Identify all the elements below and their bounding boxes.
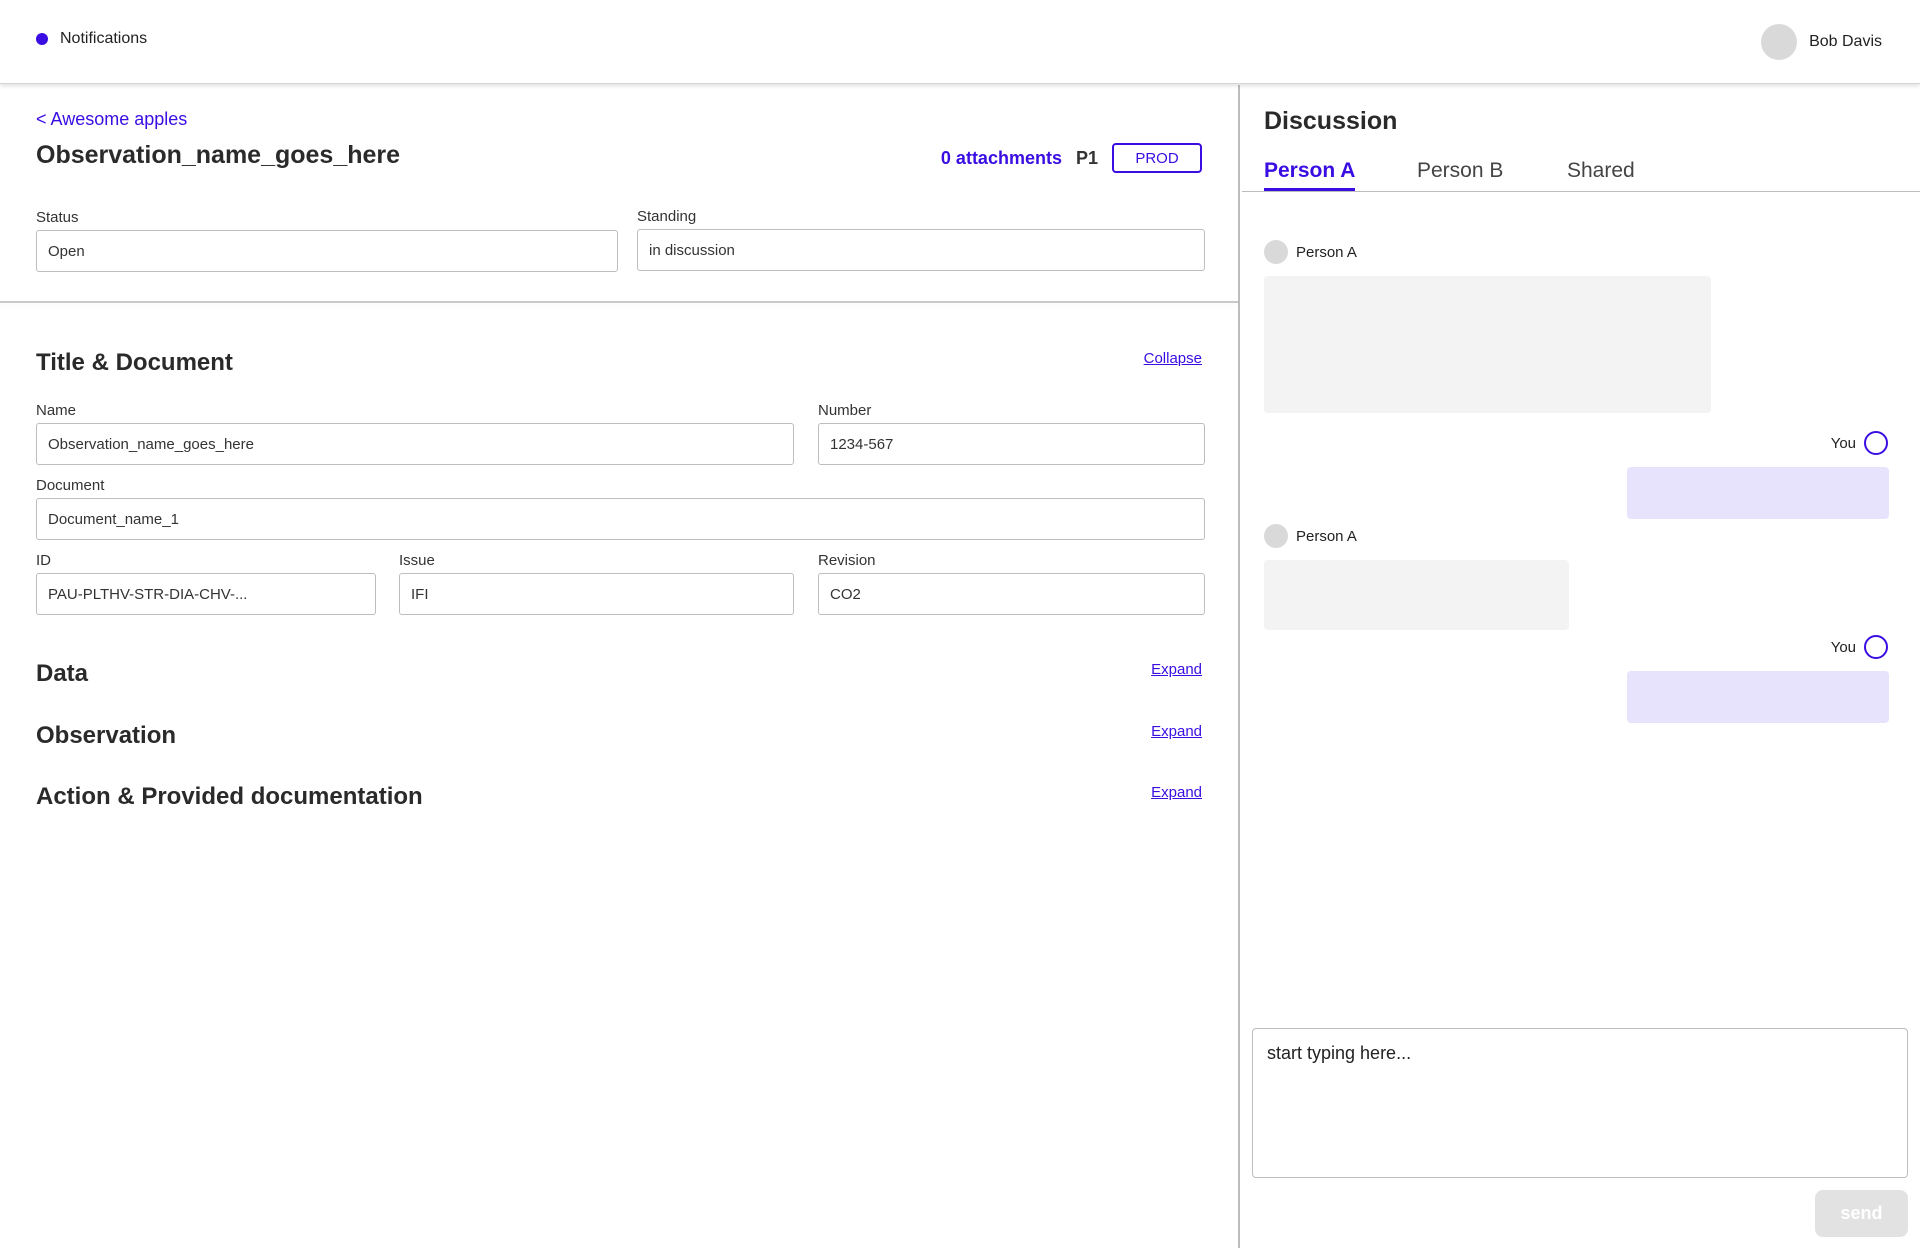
message-author-name: You — [1830, 638, 1856, 656]
number-field[interactable]: 1234-567 — [818, 423, 1205, 465]
send-button[interactable]: send — [1815, 1190, 1908, 1237]
user-menu[interactable]: Bob Davis — [1761, 24, 1882, 60]
message-bubble-incoming — [1264, 276, 1711, 413]
expand-data-link[interactable]: Expand — [1151, 661, 1202, 678]
header-divider — [0, 301, 1238, 303]
you-avatar — [1864, 635, 1888, 659]
message-bubble-incoming — [1264, 560, 1569, 630]
user-avatar — [1761, 24, 1798, 60]
observation-meta: 0 attachments P1 PROD — [941, 143, 1202, 173]
number-label: Number — [818, 402, 872, 419]
revision-label: Revision — [818, 552, 876, 569]
tab-person-a[interactable]: Person A — [1264, 159, 1356, 191]
notifications-label: Notifications — [60, 30, 148, 47]
expand-observation-link[interactable]: Expand — [1151, 723, 1202, 740]
person-a-avatar — [1264, 524, 1288, 548]
discussion-tabs: Person A Person B Shared — [1242, 159, 1920, 192]
expand-action-link[interactable]: Expand — [1151, 784, 1202, 801]
section-title-observation: Observation — [36, 722, 177, 749]
tab-person-b[interactable]: Person B — [1417, 159, 1503, 191]
priority-badge: P1 — [1075, 147, 1098, 168]
message-author: Person A — [1264, 524, 1357, 548]
document-field[interactable]: Document_name_1 — [36, 498, 1205, 540]
user-name: Bob Davis — [1809, 33, 1882, 50]
id-label: ID — [36, 552, 51, 569]
message-author: Person A — [1264, 240, 1357, 264]
message-author-name: Person A — [1296, 243, 1357, 261]
standing-field[interactable]: in discussion — [637, 229, 1205, 271]
message-author: You — [1831, 635, 1888, 659]
status-label: Status — [36, 209, 79, 226]
section-title-data: Data — [36, 660, 89, 687]
back-link[interactable]: < Awesome apples — [36, 109, 187, 130]
name-field[interactable]: Observation_name_goes_here — [36, 423, 794, 465]
message-author: You — [1831, 431, 1888, 455]
message-bubble-outgoing — [1627, 671, 1889, 723]
tab-shared[interactable]: Shared — [1567, 159, 1635, 191]
person-a-avatar — [1264, 240, 1288, 264]
observation-panel: < Awesome apples Observation_name_goes_h… — [0, 85, 1240, 1248]
section-title-document: Title & Document — [36, 349, 233, 376]
page-title: Observation_name_goes_here — [36, 141, 401, 169]
discussion-panel: Discussion Person A Person B Shared Pers… — [1242, 85, 1920, 1248]
message-author-name: Person A — [1296, 527, 1357, 545]
message-input[interactable]: start typing here... — [1252, 1028, 1908, 1178]
you-avatar — [1864, 431, 1888, 455]
issue-field[interactable]: IFI — [399, 573, 794, 615]
top-bar: Notifications Bob Davis — [0, 0, 1920, 84]
document-label: Document — [36, 477, 105, 494]
issue-label: Issue — [399, 552, 435, 569]
message-bubble-outgoing — [1627, 467, 1889, 519]
environment-button[interactable]: PROD — [1112, 143, 1202, 173]
attachments-link[interactable]: 0 attachments — [941, 148, 1062, 169]
name-label: Name — [36, 402, 77, 419]
discussion-title: Discussion — [1264, 107, 1398, 135]
id-field[interactable]: PAU-PLTHV-STR-DIA-CHV-... — [36, 573, 376, 615]
revision-field[interactable]: CO2 — [818, 573, 1205, 615]
collapse-title-document-link[interactable]: Collapse — [1144, 350, 1202, 367]
message-author-name: You — [1830, 434, 1856, 452]
standing-label: Standing — [637, 208, 697, 225]
status-field[interactable]: Open — [36, 230, 618, 272]
section-title-action: Action & Provided documentation — [36, 783, 423, 810]
notification-dot-icon — [36, 33, 48, 45]
notifications[interactable]: Notifications — [36, 30, 147, 48]
